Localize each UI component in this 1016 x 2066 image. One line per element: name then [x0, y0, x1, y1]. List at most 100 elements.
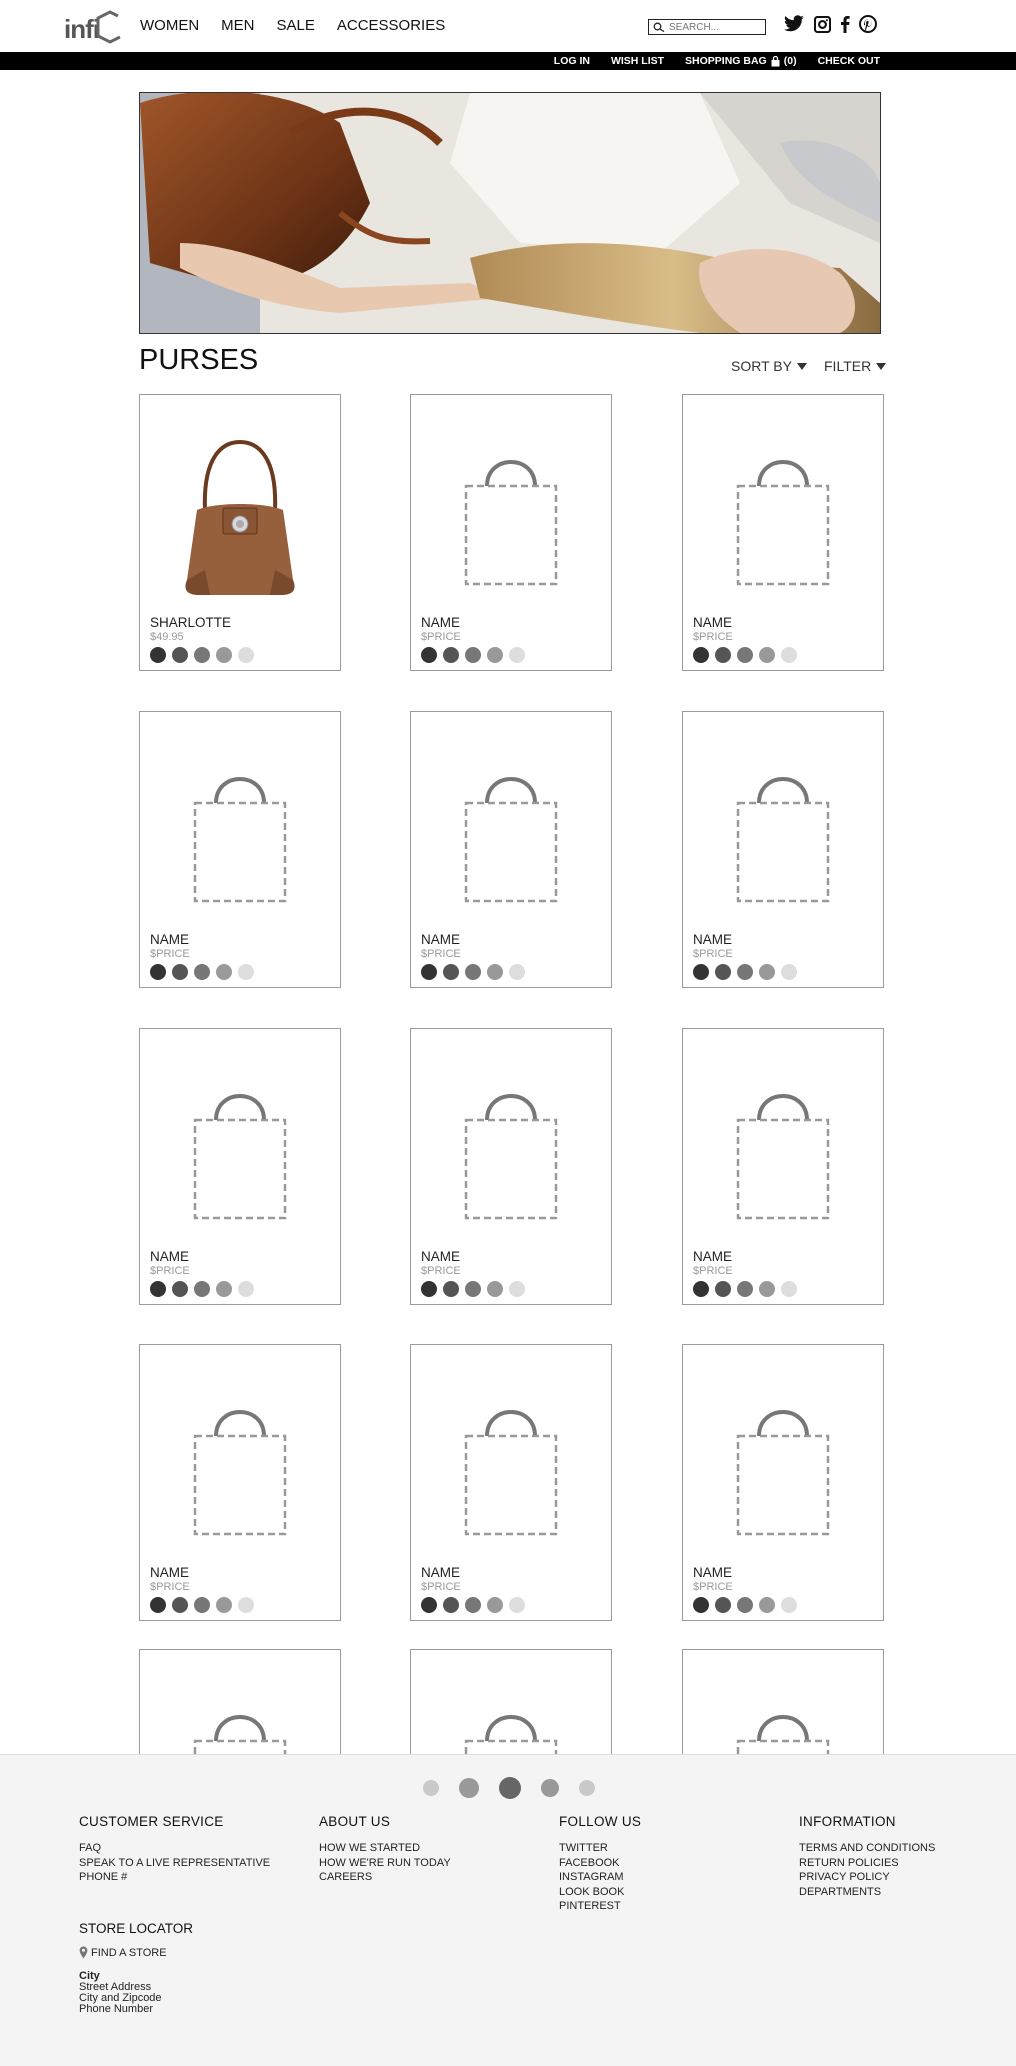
color-swatch[interactable] — [737, 964, 753, 980]
color-swatch[interactable] — [172, 647, 188, 663]
footer-link-departments[interactable]: DEPARTMENTS — [799, 1885, 935, 1900]
product-name[interactable]: NAME — [150, 932, 189, 947]
product-image[interactable] — [683, 420, 883, 620]
color-swatch[interactable] — [715, 647, 731, 663]
product-card[interactable]: NAME $PRICE — [139, 1344, 341, 1621]
product-card[interactable]: NAME $PRICE — [139, 1028, 341, 1305]
product-image[interactable] — [411, 1054, 611, 1254]
pagination-dot[interactable] — [423, 1780, 439, 1796]
color-swatch[interactable] — [487, 1597, 503, 1613]
product-name[interactable]: NAME — [693, 615, 732, 630]
filter-dropdown[interactable]: FILTER — [824, 358, 887, 374]
color-swatch[interactable] — [693, 1597, 709, 1613]
color-swatch[interactable] — [443, 1597, 459, 1613]
color-swatch[interactable] — [509, 1597, 525, 1613]
product-image[interactable] — [140, 420, 340, 620]
product-name[interactable]: SHARLOTTE — [150, 615, 231, 630]
color-swatch[interactable] — [759, 1281, 775, 1297]
footer-link-how-we-started[interactable]: HOW WE STARTED — [319, 1841, 451, 1856]
product-image[interactable] — [683, 1054, 883, 1254]
color-swatch[interactable] — [465, 647, 481, 663]
color-swatch[interactable] — [781, 1597, 797, 1613]
color-swatch[interactable] — [172, 1281, 188, 1297]
footer-link-privacy[interactable]: PRIVACY POLICY — [799, 1870, 935, 1885]
color-swatch[interactable] — [715, 1597, 731, 1613]
product-card[interactable]: NAME $PRICE — [682, 1028, 884, 1305]
color-swatch[interactable] — [693, 1281, 709, 1297]
color-swatch[interactable] — [443, 964, 459, 980]
product-name[interactable]: NAME — [421, 615, 460, 630]
footer-link-faq[interactable]: FAQ — [79, 1841, 270, 1856]
color-swatch[interactable] — [781, 647, 797, 663]
product-name[interactable]: NAME — [421, 1249, 460, 1264]
product-image[interactable] — [140, 1675, 340, 1754]
color-swatch[interactable] — [238, 964, 254, 980]
pagination-dot-active[interactable] — [499, 1777, 521, 1799]
color-swatch[interactable] — [172, 1597, 188, 1613]
color-swatch[interactable] — [443, 647, 459, 663]
color-swatch[interactable] — [443, 1281, 459, 1297]
footer-link-look-book[interactable]: LOOK BOOK — [559, 1885, 641, 1900]
footer-link-facebook[interactable]: FACEBOOK — [559, 1856, 641, 1871]
product-card[interactable]: NAME $PRICE — [682, 1344, 884, 1621]
product-card[interactable] — [139, 1649, 341, 1754]
color-swatch[interactable] — [150, 1597, 166, 1613]
color-swatch[interactable] — [509, 964, 525, 980]
footer-link-pinterest[interactable]: PINTEREST — [559, 1899, 641, 1914]
product-image[interactable] — [683, 1675, 883, 1754]
product-card[interactable]: NAME $PRICE — [410, 1344, 612, 1621]
footer-link-how-were-run[interactable]: HOW WE'RE RUN TODAY — [319, 1856, 451, 1871]
product-name[interactable]: NAME — [693, 1565, 732, 1580]
color-swatch[interactable] — [781, 1281, 797, 1297]
color-swatch[interactable] — [216, 1597, 232, 1613]
product-image[interactable] — [140, 1054, 340, 1254]
color-swatch[interactable] — [693, 647, 709, 663]
color-swatch[interactable] — [194, 647, 210, 663]
color-swatch[interactable] — [759, 1597, 775, 1613]
color-swatch[interactable] — [238, 1597, 254, 1613]
product-card[interactable]: NAME $PRICE — [410, 711, 612, 988]
footer-link-twitter[interactable]: TWITTER — [559, 1841, 641, 1856]
pagination-dot[interactable] — [459, 1778, 479, 1798]
color-swatch[interactable] — [150, 1281, 166, 1297]
product-image[interactable] — [411, 737, 611, 937]
color-swatch[interactable] — [216, 1281, 232, 1297]
sort-by-dropdown[interactable]: SORT BY — [731, 358, 807, 374]
product-image[interactable] — [140, 737, 340, 937]
footer-link-careers[interactable]: CAREERS — [319, 1870, 451, 1885]
footer-link-terms[interactable]: TERMS AND CONDITIONS — [799, 1841, 935, 1856]
color-swatch[interactable] — [421, 964, 437, 980]
product-name[interactable]: NAME — [693, 932, 732, 947]
color-swatch[interactable] — [781, 964, 797, 980]
color-swatch[interactable] — [150, 964, 166, 980]
product-image[interactable] — [411, 420, 611, 620]
product-card[interactable]: NAME $PRICE — [410, 1028, 612, 1305]
footer-link-returns[interactable]: RETURN POLICIES — [799, 1856, 935, 1871]
color-swatch[interactable] — [715, 1281, 731, 1297]
footer-link-live-rep[interactable]: SPEAK TO A LIVE REPRESENTATIVE — [79, 1856, 270, 1871]
product-image[interactable] — [411, 1675, 611, 1754]
color-swatch[interactable] — [194, 964, 210, 980]
product-name[interactable]: NAME — [421, 932, 460, 947]
product-image[interactable] — [683, 1370, 883, 1570]
product-name[interactable]: NAME — [421, 1565, 460, 1580]
color-swatch[interactable] — [238, 647, 254, 663]
product-card[interactable]: NAME $PRICE — [682, 394, 884, 671]
pagination-dot[interactable] — [579, 1780, 595, 1796]
color-swatch[interactable] — [465, 964, 481, 980]
color-swatch[interactable] — [737, 1597, 753, 1613]
color-swatch[interactable] — [194, 1597, 210, 1613]
product-card[interactable]: NAME $PRICE — [139, 711, 341, 988]
color-swatch[interactable] — [238, 1281, 254, 1297]
product-name[interactable]: NAME — [150, 1249, 189, 1264]
color-swatch[interactable] — [172, 964, 188, 980]
color-swatch[interactable] — [465, 1597, 481, 1613]
product-card[interactable] — [410, 1649, 612, 1754]
color-swatch[interactable] — [216, 964, 232, 980]
color-swatch[interactable] — [487, 647, 503, 663]
product-card[interactable] — [682, 1649, 884, 1754]
product-image[interactable] — [411, 1370, 611, 1570]
product-card[interactable]: NAME $PRICE — [682, 711, 884, 988]
color-swatch[interactable] — [465, 1281, 481, 1297]
hero-banner[interactable] — [139, 92, 881, 334]
